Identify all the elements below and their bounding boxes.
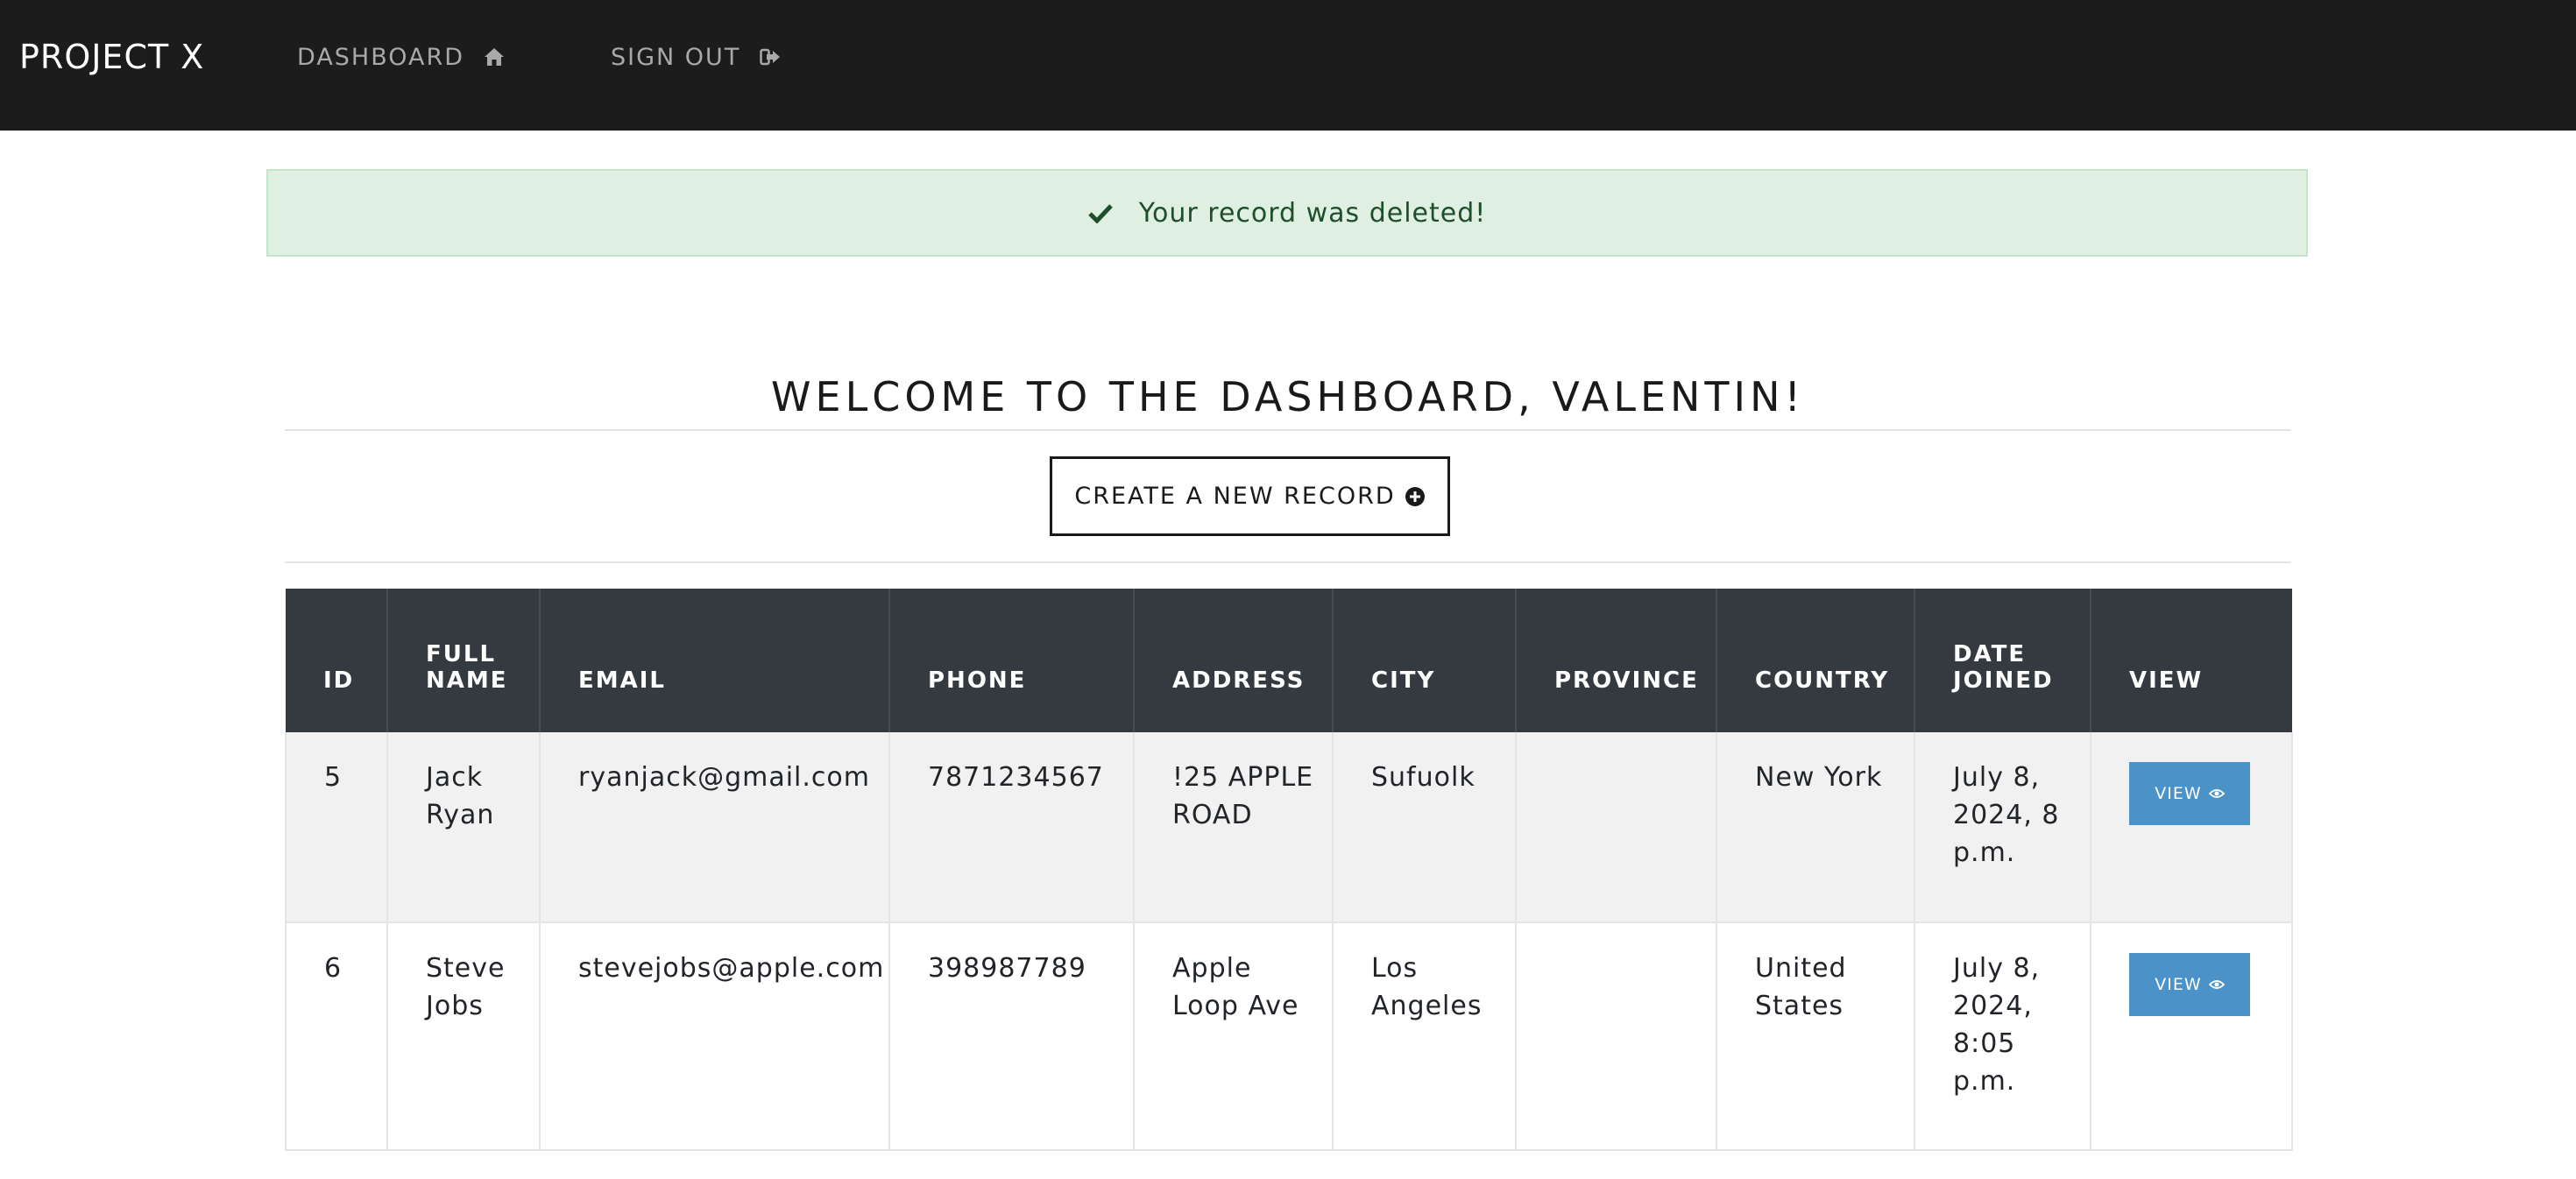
cell-province <box>1516 732 1717 923</box>
nav-dashboard-link[interactable]: DASHBOARD <box>297 0 505 114</box>
column-header-full-name: FULL NAME <box>387 589 541 732</box>
cell-province <box>1516 922 1717 1151</box>
column-header-country: COUNTRY <box>1716 589 1915 732</box>
cell-id: 5 <box>285 732 388 923</box>
cell-city: Los Angeles <box>1333 922 1517 1151</box>
divider <box>285 429 2291 431</box>
cell-view: VIEW <box>2091 732 2293 923</box>
cell-city: Sufuolk <box>1333 732 1517 923</box>
nav-sign-out-link[interactable]: SIGN OUT <box>611 0 781 114</box>
column-header-id: ID <box>286 589 388 732</box>
records-table: ID FULL NAME EMAIL PHONE ADDRESS CITY PR… <box>285 589 2293 1151</box>
column-header-province: PROVINCE <box>1516 589 1717 732</box>
cell-email: stevejobs@apple.com <box>540 922 890 1151</box>
table-row: 6 Steve Jobs stevejobs@apple.com 3989877… <box>285 922 2293 1151</box>
cell-view: VIEW <box>2091 922 2293 1151</box>
cell-full-name: Steve Jobs <box>387 922 541 1151</box>
column-header-address: ADDRESS <box>1134 589 1334 732</box>
table-header-row: ID FULL NAME EMAIL PHONE ADDRESS CITY PR… <box>286 589 2292 732</box>
view-button-label: VIEW <box>2155 974 2202 994</box>
alert-message: Your record was deleted! <box>1138 197 1487 229</box>
page-title: WELCOME TO THE DASHBOARD, VALENTIN! <box>771 372 1805 420</box>
eye-icon <box>2208 979 2225 990</box>
view-button-label: VIEW <box>2155 783 2202 803</box>
cell-date-joined: July 8, 2024, 8:05 p.m. <box>1914 922 2091 1151</box>
cell-date-joined: July 8, 2024, 8 p.m. <box>1914 732 2091 923</box>
brand-logo[interactable]: PROJECT X <box>19 0 204 114</box>
eye-icon <box>2208 788 2225 799</box>
column-header-email: EMAIL <box>540 589 890 732</box>
divider <box>285 561 2291 563</box>
cell-country: New York <box>1716 732 1915 923</box>
cell-country: United States <box>1716 922 1915 1151</box>
check-icon <box>1087 202 1113 223</box>
nav-dashboard-label: DASHBOARD <box>297 43 465 71</box>
column-header-date-joined: DATE JOINED <box>1914 589 2091 732</box>
home-icon <box>484 47 505 67</box>
cell-email: ryanjack@gmail.com <box>540 732 890 923</box>
plus-circle-icon <box>1405 486 1426 507</box>
create-record-label: CREATE A NEW RECORD <box>1074 483 1396 510</box>
create-record-button[interactable]: CREATE A NEW RECORD <box>1050 456 1450 536</box>
success-alert: Your record was deleted! <box>266 169 2308 257</box>
column-header-city: CITY <box>1333 589 1517 732</box>
table-row: 5 Jack Ryan ryanjack@gmail.com 787123456… <box>285 732 2293 923</box>
view-record-button[interactable]: VIEW <box>2129 953 2250 1016</box>
view-record-button[interactable]: VIEW <box>2129 762 2250 825</box>
nav-sign-out-label: SIGN OUT <box>611 43 741 71</box>
cell-address: Apple Loop Ave <box>1134 922 1334 1151</box>
cell-phone: 398987789 <box>889 922 1135 1151</box>
cell-id: 6 <box>285 922 388 1151</box>
cell-full-name: Jack Ryan <box>387 732 541 923</box>
column-header-phone: PHONE <box>889 589 1135 732</box>
navbar: PROJECT X DASHBOARD SIGN OUT <box>0 0 2576 131</box>
sign-out-icon <box>760 48 781 66</box>
cell-address: !25 APPLE ROAD <box>1134 732 1334 923</box>
column-header-view: VIEW <box>2091 589 2292 732</box>
cell-phone: 7871234567 <box>889 732 1135 923</box>
